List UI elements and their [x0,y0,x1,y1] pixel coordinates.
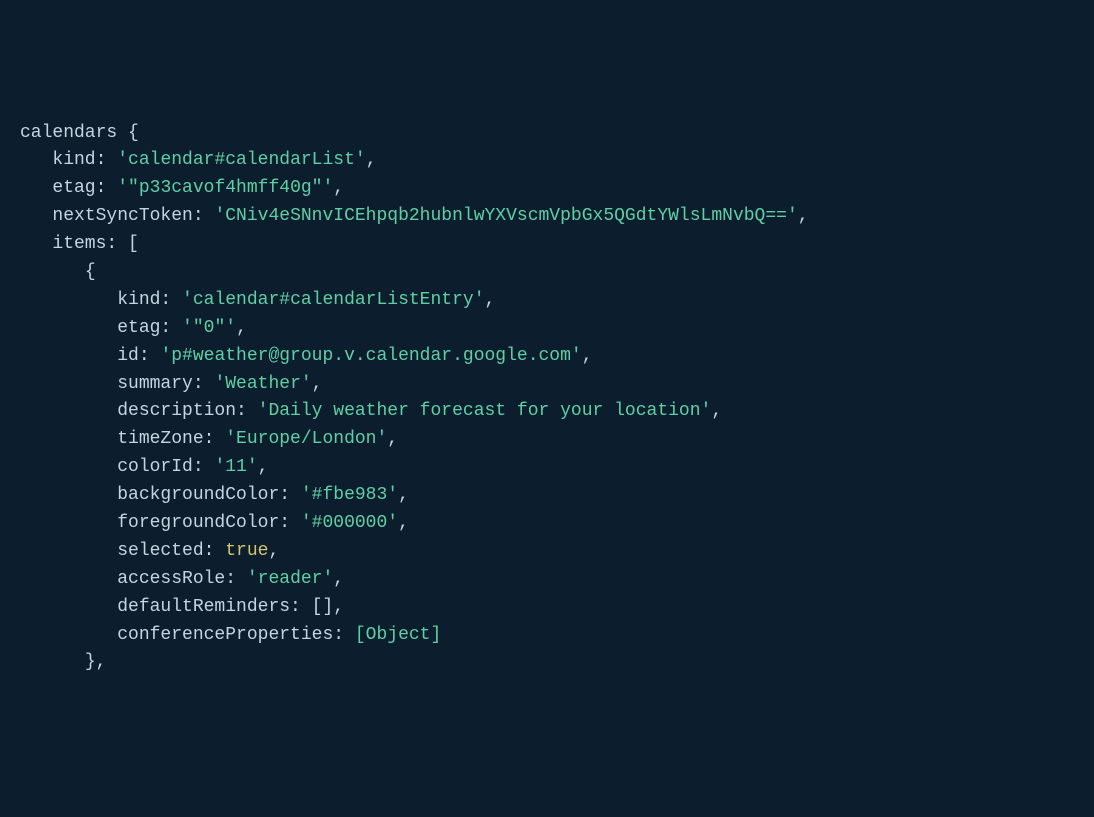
val-nextsynctoken: 'CNiv4eSNnvICEhpqb2hubnlwYXVscmVpbGx5QGd… [214,206,797,226]
item-val-backgroundcolor: '#fbe983' [301,485,398,505]
item-key-conferenceproperties: conferenceProperties: [117,625,344,645]
item-val-description: 'Daily weather forecast for your locatio… [258,401,712,421]
item-key-selected: selected: [117,541,214,561]
key-kind: kind: [52,150,106,170]
item-val-selected: true [225,541,268,561]
item-key-id: id: [117,346,149,366]
item-val-defaultreminders: [] [312,597,334,617]
item-val-timezone: 'Europe/London' [225,429,387,449]
bracket-open: [ [117,234,139,254]
key-etag: etag: [52,178,106,198]
item-key-description: description: [117,401,247,421]
item-key-defaultreminders: defaultReminders: [117,597,301,617]
key-items: items: [52,234,117,254]
item-val-summary: 'Weather' [214,374,311,394]
item-key-summary: summary: [117,374,203,394]
key-nextsynctoken: nextSyncToken: [52,206,203,226]
val-etag: '"p33cavof4hmff40g"' [117,178,333,198]
console-output: calendars { kind: 'calendar#calendarList… [20,120,1074,678]
item-key-foregroundcolor: foregroundColor: [117,513,290,533]
root-name: calendars [20,123,117,143]
brace-open: { [117,123,139,143]
item-key-colorid: colorId: [117,457,203,477]
item-val-conferenceproperties: [Object] [355,625,441,645]
item-key-kind: kind: [117,290,171,310]
item-val-id: 'p#weather@group.v.calendar.google.com' [160,346,581,366]
item-key-backgroundcolor: backgroundColor: [117,485,290,505]
item-val-foregroundcolor: '#000000' [301,513,398,533]
item-brace-open: { [85,262,96,282]
item-val-etag: '"0"' [182,318,236,338]
val-kind: 'calendar#calendarList' [117,150,365,170]
item-val-colorid: '11' [214,457,257,477]
item-key-timezone: timeZone: [117,429,214,449]
item-key-etag: etag: [117,318,171,338]
item-val-kind: 'calendar#calendarListEntry' [182,290,484,310]
item-brace-close: }, [85,652,107,672]
